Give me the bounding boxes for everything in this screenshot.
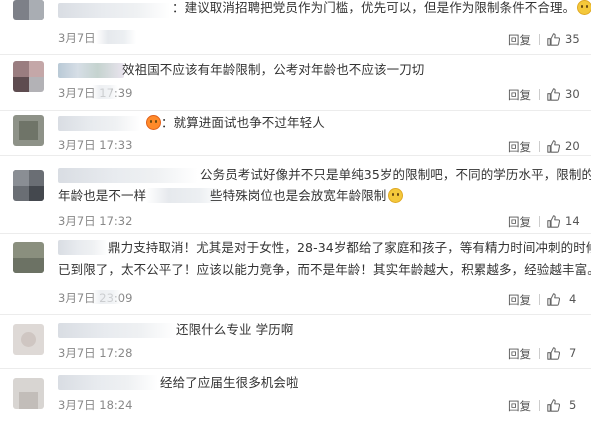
comment-date: 3月7日 17:28 <box>58 346 133 360</box>
username-blurred[interactable] <box>58 63 124 78</box>
comment-item: ：就算进面试也争不过年轻人 3月7日 17:33 回复 20 <box>0 111 591 156</box>
reply-button[interactable]: 回复 <box>508 398 531 414</box>
avatar[interactable] <box>13 61 44 92</box>
username-blurred[interactable] <box>58 3 170 18</box>
smile-emoji-icon <box>577 0 591 15</box>
action-divider <box>539 34 540 45</box>
comment-item: 公务员考试好像并不只是单纯35岁的限制吧，不同的学历水平，限制的 年龄也是不一样… <box>0 156 591 234</box>
like-count: 7 <box>569 346 577 360</box>
smile-emoji-icon <box>388 188 404 203</box>
action-divider <box>539 89 540 100</box>
avatar[interactable] <box>13 242 44 273</box>
like-count: 20 <box>565 139 580 153</box>
username-blurred[interactable] <box>58 116 140 131</box>
comment-text-line: ：就算进面试也争不过年轻人 <box>161 115 325 130</box>
thumbs-up-icon[interactable] <box>547 399 560 412</box>
thumbs-up-icon[interactable] <box>547 215 560 228</box>
comment-text: 公务员考试好像并不只是单纯35岁的限制吧，不同的学历水平，限制的 年龄也是不一样… <box>58 164 591 206</box>
comment-item: 效祖国不应该有年龄限制，公考对年龄也不应该一刀切 3月7日 17:39 回复 3… <box>0 55 591 111</box>
comment-text-line: 公务员考试好像并不只是单纯35岁的限制吧，不同的学历水平，限制的 <box>200 167 591 182</box>
comment-text-line: 鼎力支持取消！尤其是对于女性，28-34岁都给了家庭和孩子，等有精力时间冲刺的时… <box>108 240 591 255</box>
reply-button[interactable]: 回复 <box>508 214 531 230</box>
comment-text: 经给了应届生很多机会啦 <box>160 373 299 393</box>
like-count: 5 <box>569 398 577 412</box>
action-divider <box>539 348 540 359</box>
comment-date: 3月7日 17:32 <box>58 214 133 228</box>
action-divider <box>539 216 540 227</box>
action-divider <box>539 294 540 305</box>
comment-date: 3月7日 18:24 <box>58 398 133 412</box>
comment-text-line: 经给了应届生很多机会啦 <box>160 375 299 390</box>
comment-text-line: 些特殊岗位也是会放宽年龄限制 <box>210 188 387 203</box>
comment-text-line: 已到限了，太不公平了！应该以能力竞争，而不是年龄！其实年龄越大，积累越多，经验越… <box>58 262 591 277</box>
username-blurred[interactable] <box>58 323 176 338</box>
comment-text: 鼎力支持取消！尤其是对于女性，28-34岁都给了家庭和孩子，等有精力时间冲刺的时… <box>58 237 591 281</box>
comment-text-line: 效祖国不应该有年龄限制，公考对年龄也不应该一刀切 <box>122 62 425 77</box>
thumbs-up-icon[interactable] <box>547 140 560 153</box>
comment-text-line: 还限什么专业 学历啊 <box>176 322 294 337</box>
date-blur <box>92 85 118 99</box>
reply-button[interactable]: 回复 <box>508 346 531 362</box>
reply-button[interactable]: 回复 <box>508 139 531 155</box>
tired-emoji-icon <box>146 115 161 130</box>
avatar[interactable] <box>13 324 44 355</box>
username-blurred[interactable] <box>58 375 158 390</box>
like-count: 30 <box>565 87 580 101</box>
comment-text-line: ：建议取消招聘把党员作为门槛，优先可以，但是作为限制条件不合理。 <box>172 0 576 15</box>
comment-item: 经给了应届生很多机会啦 3月7日 18:24 回复 5 <box>0 369 591 421</box>
thumbs-up-icon[interactable] <box>547 347 560 360</box>
like-count: 35 <box>565 32 580 46</box>
comment-text: 效祖国不应该有年龄限制，公考对年龄也不应该一刀切 <box>122 60 424 80</box>
avatar[interactable] <box>13 0 44 20</box>
like-count: 14 <box>565 214 580 228</box>
thumbs-up-icon[interactable] <box>547 293 560 306</box>
comment-item: 鼎力支持取消！尤其是对于女性，28-34岁都给了家庭和孩子，等有精力时间冲刺的时… <box>0 234 591 315</box>
comment-date: 3月7日 <box>58 31 96 45</box>
action-divider <box>539 141 540 152</box>
comment-text: ：就算进面试也争不过年轻人 <box>144 113 325 133</box>
reply-button[interactable]: 回复 <box>508 292 531 308</box>
comment-text: ：建议取消招聘把党员作为门槛，优先可以，但是作为限制条件不合理。 <box>172 0 591 18</box>
reply-button[interactable]: 回复 <box>508 87 531 103</box>
comment-item: ：建议取消招聘把党员作为门槛，优先可以，但是作为限制条件不合理。 3月7日 回复… <box>0 0 591 55</box>
comment-date: 3月7日 17:33 <box>58 138 133 152</box>
date-blur <box>96 30 136 44</box>
comment-text: 还限什么专业 学历啊 <box>176 320 293 340</box>
thumbs-up-icon[interactable] <box>547 33 560 46</box>
avatar[interactable] <box>13 115 44 146</box>
date-blur <box>92 290 122 304</box>
comment-item: 还限什么专业 学历啊 3月7日 17:28 回复 7 <box>0 315 591 369</box>
reply-button[interactable]: 回复 <box>508 32 531 48</box>
like-count: 4 <box>569 292 577 306</box>
avatar[interactable] <box>13 378 44 409</box>
comment-text-line: 年龄也是不一样 <box>58 188 147 203</box>
avatar[interactable] <box>13 170 44 201</box>
thumbs-up-icon[interactable] <box>547 88 560 101</box>
action-divider <box>539 400 540 411</box>
